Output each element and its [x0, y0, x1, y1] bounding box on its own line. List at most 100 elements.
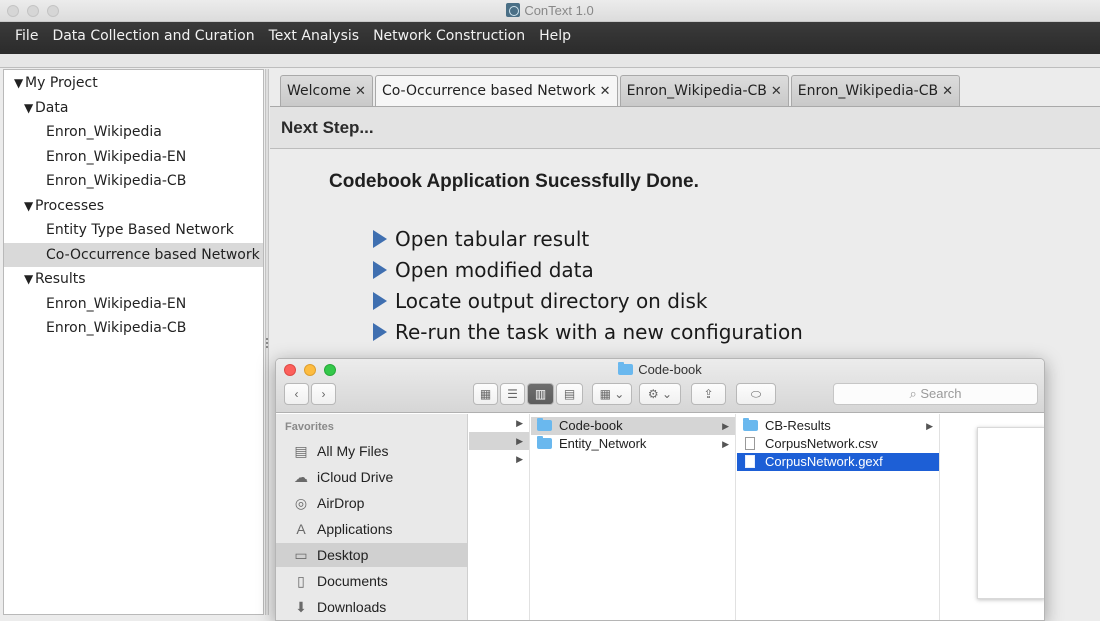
desktop-icon: ▭: [294, 547, 308, 563]
action-open-tabular[interactable]: Open tabular result: [373, 225, 589, 253]
app-title: ConText 1.0: [524, 3, 594, 18]
tag-icon: ⬭: [750, 387, 762, 401]
close-icon[interactable]: ✕: [600, 84, 611, 99]
project-tree: ▼ My Project ▼ Data Enron_Wikipedia Enron_…: [3, 69, 264, 615]
tab-enron-cb-2[interactable]: Enron_Wikipedia-CB ✕: [790, 75, 961, 106]
favorites-header: Favorites: [285, 421, 334, 433]
expanded-triangle-icon[interactable]: ▼: [24, 96, 35, 120]
list-item-entity-network[interactable]: Entity_Network ▶: [531, 435, 735, 453]
tree-item-process-selected[interactable]: Co-Occurrence based Network: [4, 243, 263, 267]
tree-node-data[interactable]: ▼ Data: [4, 96, 263, 120]
menu-network-construction[interactable]: Network Construction: [366, 22, 532, 54]
menu-help[interactable]: Help: [532, 22, 578, 54]
action-rerun-task[interactable]: Re-run the task with a new configuration: [373, 318, 803, 346]
documents-icon: ▯: [297, 573, 305, 589]
menu-text-analysis[interactable]: Text Analysis: [262, 22, 366, 54]
list-item[interactable]: ▶: [469, 414, 529, 432]
list-item-corpus-gexf[interactable]: CorpusNetwork.gexf: [737, 453, 939, 471]
finder-column-3: CB-Results ▶ CorpusNetwork.csv CorpusNetw…: [737, 414, 940, 620]
forward-button[interactable]: ›: [311, 383, 336, 405]
sidebar-item-applications[interactable]: A Applications: [276, 517, 467, 541]
sidebar-item-downloads[interactable]: ⬇ Downloads: [276, 595, 467, 619]
tree-node-my-project[interactable]: ▼ My Project: [4, 71, 263, 95]
all-files-icon: ▤: [294, 443, 308, 459]
toolbar-strip: [0, 54, 1100, 68]
sidebar-item-desktop[interactable]: ▭ Desktop: [276, 543, 467, 567]
arrange-button[interactable]: ▦ ⌄: [592, 383, 632, 405]
view-icons-button[interactable]: ▦: [473, 383, 498, 405]
chevron-right-icon: ▶: [722, 439, 729, 449]
document-icon: [745, 437, 755, 450]
tree-item-data[interactable]: Enron_Wikipedia-CB: [4, 169, 263, 193]
list-item-corpus-csv[interactable]: CorpusNetwork.csv: [737, 435, 939, 453]
chevron-right-icon: ▶: [516, 418, 523, 428]
view-list-button[interactable]: ☰: [500, 383, 525, 405]
view-coverflow-button[interactable]: ▤: [556, 383, 583, 405]
view-columns-button[interactable]: ▥: [527, 383, 554, 405]
menu-data-collection[interactable]: Data Collection and Curation: [45, 22, 261, 54]
list-item-cb-results[interactable]: CB-Results ▶: [737, 417, 939, 435]
list-icon: ☰: [507, 387, 518, 401]
action-menu-button[interactable]: ⚙ ⌄: [639, 383, 681, 405]
title-bar: ConText 1.0: [0, 0, 1100, 22]
sidebar-item-airdrop[interactable]: ◎ AirDrop: [276, 491, 467, 515]
finder-toolbar: Code-book ‹ › ▦ ☰ ▥ ▤ ▦ ⌄ ⚙ ⌄ ⇪ ⬭ ⌕ Sear…: [276, 359, 1044, 413]
tree-node-results[interactable]: ▼ Results: [4, 267, 263, 291]
cloud-icon: ☁: [294, 469, 308, 485]
close-icon[interactable]: ✕: [942, 84, 953, 99]
next-step-header: Next Step...: [270, 107, 1100, 149]
folder-icon: [618, 362, 634, 375]
search-field[interactable]: ⌕ Search: [833, 383, 1038, 405]
coverflow-icon: ▤: [563, 387, 576, 401]
tab-welcome[interactable]: Welcome ✕: [280, 75, 373, 106]
gear-icon: ⚙ ⌄: [647, 387, 673, 401]
finder-column-2: Code-book ▶ Entity_Network ▶: [531, 414, 736, 620]
finder-sidebar: Favorites ▤ All My Files ☁ iCloud Drive ◎ A…: [276, 414, 468, 620]
tree-item-data[interactable]: Enron_Wikipedia: [4, 120, 263, 144]
expanded-triangle-icon[interactable]: ▼: [24, 267, 35, 291]
action-locate-output[interactable]: Locate output directory on disk: [373, 287, 707, 315]
share-button[interactable]: ⇪: [691, 383, 726, 405]
tab-co-occurrence[interactable]: Co-Occurrence based Network ✕: [374, 75, 618, 106]
sidebar-item-documents[interactable]: ▯ Documents: [276, 569, 467, 593]
close-icon[interactable]: ✕: [771, 84, 782, 99]
share-icon: ⇪: [703, 387, 714, 401]
tab-bar: Welcome ✕ Co-Occurrence based Network ✕ En…: [280, 75, 962, 107]
columns-icon: ▥: [534, 387, 547, 401]
folder-icon: [537, 436, 552, 449]
chevron-right-icon: ▶: [722, 421, 729, 431]
app-icon: [506, 3, 521, 17]
chevron-right-icon: ▶: [926, 421, 933, 431]
bullet-arrow-icon: [373, 323, 387, 341]
expanded-triangle-icon[interactable]: ▼: [14, 71, 25, 95]
tree-node-processes[interactable]: ▼ Processes: [4, 194, 263, 218]
bullet-arrow-icon: [373, 261, 387, 279]
arrange-grid-icon: ▦ ⌄: [599, 387, 625, 401]
tree-item-result[interactable]: Enron_Wikipedia-CB: [4, 316, 263, 340]
action-open-modified[interactable]: Open modified data: [373, 256, 594, 284]
close-icon[interactable]: ✕: [355, 84, 366, 99]
tags-button[interactable]: ⬭: [736, 383, 776, 405]
finder-window: Code-book ‹ › ▦ ☰ ▥ ▤ ▦ ⌄ ⚙ ⌄ ⇪ ⬭ ⌕ Sear…: [275, 358, 1045, 621]
menu-file[interactable]: File: [8, 22, 45, 54]
back-button[interactable]: ‹: [284, 383, 309, 405]
downloads-icon: ⬇: [295, 599, 307, 615]
sidebar-item-icloud-drive[interactable]: ☁ iCloud Drive: [276, 465, 467, 489]
list-item-code-book[interactable]: Code-book ▶: [531, 417, 735, 435]
chevron-left-icon: ‹: [294, 387, 299, 401]
tree-item-result[interactable]: Enron_Wikipedia-EN: [4, 292, 263, 316]
sidebar-item-all-my-files[interactable]: ▤ All My Files: [276, 439, 467, 463]
search-icon: ⌕: [909, 386, 917, 401]
expanded-triangle-icon[interactable]: ▼: [24, 194, 35, 218]
chevron-right-icon: ▶: [516, 436, 523, 446]
document-icon: [745, 455, 755, 468]
list-item[interactable]: ▶: [469, 432, 529, 450]
tab-enron-cb[interactable]: Enron_Wikipedia-CB ✕: [619, 75, 789, 106]
tree-item-process[interactable]: Entity Type Based Network: [4, 218, 263, 242]
folder-icon: [743, 418, 758, 431]
splitter-grip[interactable]: [266, 338, 268, 348]
bullet-arrow-icon: [373, 230, 387, 248]
tree-item-data[interactable]: Enron_Wikipedia-EN: [4, 145, 263, 169]
list-item[interactable]: ▶: [469, 450, 529, 468]
chevron-right-icon: ▶: [516, 454, 523, 464]
